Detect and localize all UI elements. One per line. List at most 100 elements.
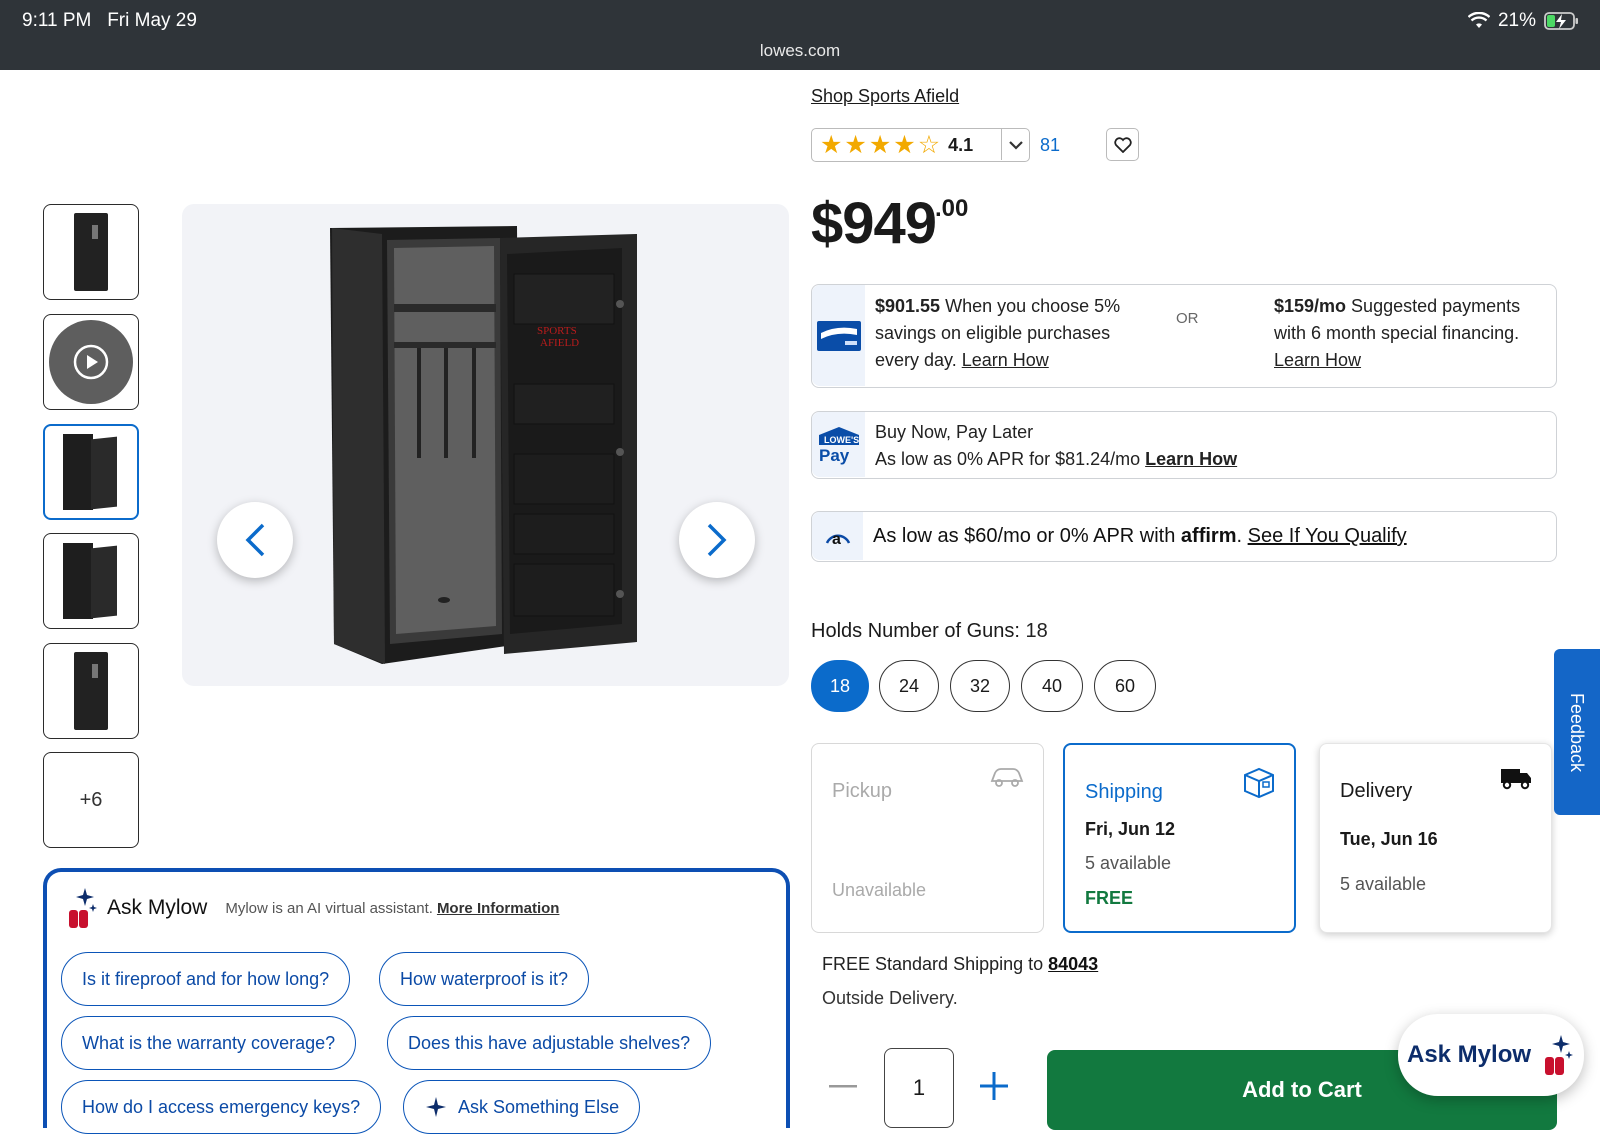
thumbnail-3[interactable] xyxy=(43,424,139,520)
quantity-increase-button[interactable] xyxy=(974,1066,1014,1106)
battery-percent: 21% xyxy=(1497,10,1536,31)
affirm-brand: affirm xyxy=(1180,525,1237,547)
status-clock: 9:11 PM xyxy=(22,10,92,31)
rating-stars: ★★★★☆ xyxy=(820,130,943,159)
safe-thumbnail-image xyxy=(74,652,108,730)
question-chip-shelves[interactable]: Does this have adjustable shelves? xyxy=(387,1016,712,1070)
zip-code-link[interactable]: 84043 xyxy=(1048,954,1098,974)
lowes-credit-card-icon xyxy=(816,320,861,351)
pickup-title: Pickup xyxy=(832,780,893,802)
shop-brand-link[interactable]: Shop Sports Afield xyxy=(811,86,959,107)
mylow-title: Ask Mylow xyxy=(107,896,208,919)
open-safe-thumbnail-image xyxy=(63,434,119,510)
status-time: 9:11 PM Fri May 29 xyxy=(22,10,197,32)
review-count-link[interactable]: 81 xyxy=(1040,135,1060,156)
lowes-pay-logo-icon: LOWE'SPay xyxy=(818,426,859,465)
thumbnail-5[interactable] xyxy=(43,643,139,739)
heart-icon xyxy=(1113,136,1132,153)
star-filled-icon: ★ xyxy=(844,130,869,159)
star-empty-icon: ☆ xyxy=(917,130,943,159)
lowes-pay-text: Buy Now, Pay Later As low as 0% APR for … xyxy=(875,419,1237,473)
car-icon xyxy=(990,768,1024,787)
holds-option-60[interactable]: 60 xyxy=(1094,660,1156,712)
lowes-pay-icon-panel: LOWE'S Pay xyxy=(812,412,865,477)
rating-dropdown[interactable] xyxy=(1001,129,1029,160)
holds-option-40[interactable]: 40 xyxy=(1021,660,1083,712)
thumbnail-more[interactable]: +6 xyxy=(43,752,139,848)
credit-card-offer: $901.55 When you choose 5% savings on el… xyxy=(811,284,1557,388)
more-images-label: +6 xyxy=(79,788,103,811)
product-image-viewer: SPORTS AFIELD xyxy=(182,204,789,686)
thumbnail-1[interactable] xyxy=(43,204,139,300)
previous-image-button[interactable] xyxy=(217,502,293,578)
star-filled-icon: ★ xyxy=(893,130,918,159)
question-chip-emergency-keys[interactable]: How do I access emergency keys? xyxy=(61,1080,382,1134)
affirm-description: As low as $60/mo or 0% APR with xyxy=(873,525,1181,547)
ask-something-else-label: Ask Something Else xyxy=(458,1096,620,1117)
card-learn-how-link[interactable]: Learn How xyxy=(962,350,1049,370)
safe-thumbnail-image xyxy=(74,213,108,291)
more-information-link[interactable]: More Information xyxy=(437,900,560,917)
pickup-option[interactable]: Pickup Unavailable xyxy=(811,743,1044,933)
question-chip-fireproof[interactable]: Is it fireproof and for how long? xyxy=(61,952,351,1006)
question-chip-warranty[interactable]: What is the warranty coverage? xyxy=(61,1016,357,1070)
plus-icon xyxy=(980,1072,1008,1100)
mylow-logo-icon xyxy=(69,888,97,928)
mylow-subtitle: Mylow is an AI virtual assistant. More In… xyxy=(225,900,559,917)
shipping-destination: FREE Standard Shipping to 84043 xyxy=(822,954,1098,975)
financing-learn-how-link[interactable]: Learn How xyxy=(1274,350,1361,370)
lowes-pay-learn-how-link[interactable]: Learn How xyxy=(1145,449,1237,469)
thumbnail-video[interactable] xyxy=(43,314,139,410)
card-savings-text: $901.55 When you choose 5% savings on el… xyxy=(875,293,1145,374)
svg-text:Pay: Pay xyxy=(819,446,850,465)
next-image-button[interactable] xyxy=(679,502,755,578)
svg-text:a: a xyxy=(832,531,841,548)
shipping-date: Fri, Jun 12 xyxy=(1085,819,1176,839)
holds-guns-title: Holds Number of Guns: xyxy=(811,620,1020,642)
favorite-button[interactable] xyxy=(1106,128,1139,161)
holds-option-24[interactable]: 24 xyxy=(879,660,939,712)
ask-mylow-float-button[interactable]: Ask Mylow xyxy=(1398,1014,1584,1096)
ask-mylow-float-label: Ask Mylow xyxy=(1406,1041,1532,1068)
quantity-decrease-button[interactable] xyxy=(826,1070,860,1104)
chevron-down-icon xyxy=(1008,140,1023,150)
question-chip-waterproof[interactable]: How waterproof is it? xyxy=(379,952,590,1006)
shipping-title: Shipping xyxy=(1085,781,1163,803)
affirm-icon-panel: a xyxy=(812,512,863,560)
holds-option-32[interactable]: 32 xyxy=(950,660,1010,712)
feedback-label: Feedback xyxy=(1567,692,1588,772)
shipping-availability: 5 available xyxy=(1085,853,1172,873)
play-icon xyxy=(73,344,109,380)
holds-guns-label: Holds Number of Guns: 18 xyxy=(811,620,1048,643)
sparkle-icon xyxy=(426,1097,446,1117)
wifi-icon xyxy=(1467,12,1490,28)
url-bar[interactable]: lowes.com xyxy=(0,41,1600,61)
thumbnail-4[interactable] xyxy=(43,533,139,629)
shipping-price: FREE xyxy=(1085,888,1134,908)
battery-charging-icon xyxy=(1544,12,1578,30)
delivery-option[interactable]: Delivery Tue, Jun 16 5 available xyxy=(1319,743,1552,933)
rating-value: 4.1 xyxy=(948,134,974,155)
delivery-availability: 5 available xyxy=(1340,874,1427,894)
svg-text:AFIELD: AFIELD xyxy=(540,337,579,349)
quantity-input[interactable]: 1 xyxy=(884,1048,954,1128)
holds-option-18[interactable]: 18 xyxy=(811,660,869,712)
lowes-pay-title: Buy Now, Pay Later xyxy=(875,422,1034,442)
rating-summary[interactable]: ★★★★☆ 4.1 xyxy=(811,128,1030,162)
minus-icon xyxy=(829,1085,857,1088)
affirm-offer: a As low as $60/mo or 0% APR with affirm… xyxy=(811,511,1557,562)
mylow-logo-icon xyxy=(1545,1035,1574,1075)
shipping-option[interactable]: Shipping Fri, Jun 12 5 available FREE xyxy=(1063,743,1296,933)
affirm-logo-icon: a xyxy=(825,531,850,548)
box-icon xyxy=(1244,767,1274,799)
shipping-destination-text: FREE Standard Shipping to xyxy=(822,954,1049,974)
feedback-tab[interactable]: Feedback xyxy=(1554,649,1600,815)
holds-guns-value: 18 xyxy=(1025,620,1048,642)
price-cents: .00 xyxy=(935,195,969,222)
card-icon-panel xyxy=(812,285,865,386)
truck-icon xyxy=(1501,769,1531,790)
see-if-you-qualify-link[interactable]: See If You Qualify xyxy=(1248,525,1407,547)
lowes-pay-line: As low as 0% APR for $81.24/mo Learn How xyxy=(875,446,1237,473)
svg-text:LOWE'S: LOWE'S xyxy=(824,435,859,445)
ask-something-else-chip[interactable]: Ask Something Else xyxy=(403,1080,641,1134)
